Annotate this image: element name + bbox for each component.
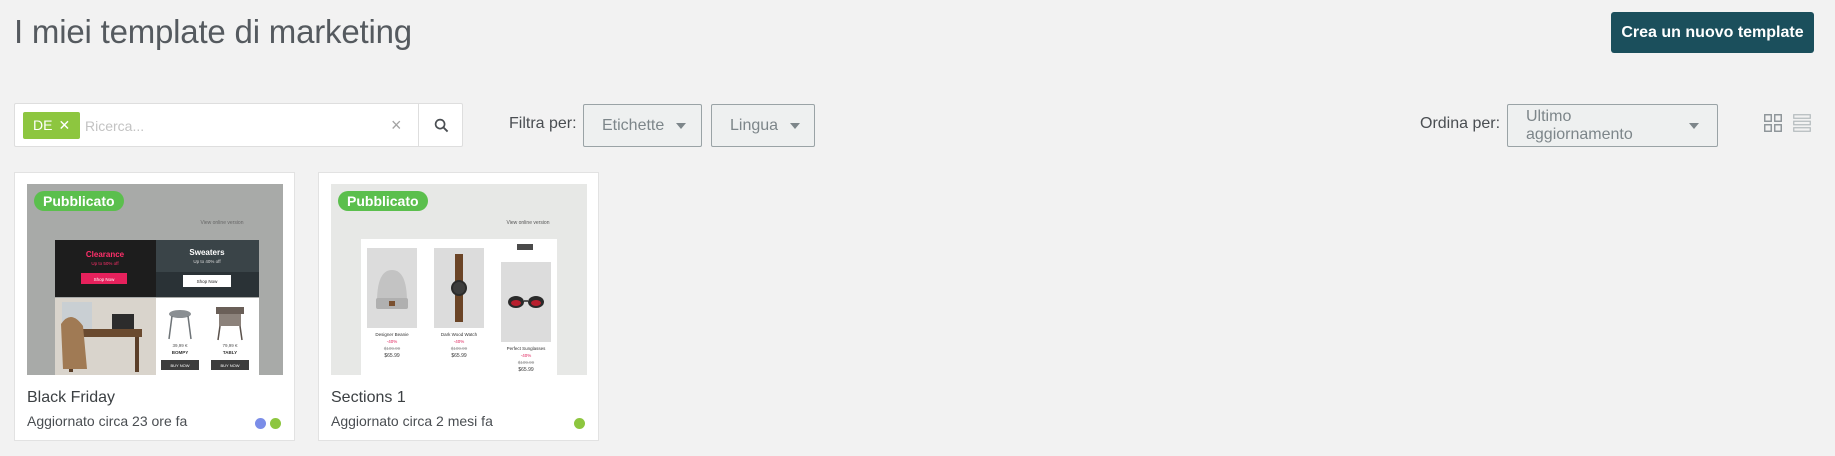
search-box[interactable]: DE ✕ × (14, 103, 463, 147)
svg-text:Clearance: Clearance (86, 250, 125, 259)
svg-text:$65.99: $65.99 (518, 367, 534, 373)
svg-text:Designer Beanie: Designer Beanie (375, 332, 409, 337)
svg-text:Up to 50% off: Up to 50% off (91, 261, 119, 266)
svg-text:Shop Now: Shop Now (197, 279, 219, 284)
create-template-button[interactable]: Crea un nuovo template (1611, 12, 1814, 53)
template-thumbnail[interactable]: Pubblicato View online version Clearance… (27, 184, 283, 375)
tags-filter-label: Etichette (602, 116, 665, 134)
svg-text:-40%: -40% (387, 339, 398, 344)
search-input[interactable] (85, 112, 385, 139)
black-friday-preview: View online version Clearance Up to 50% … (27, 184, 283, 375)
svg-text:BUY NOW: BUY NOW (220, 363, 239, 368)
tags-filter-dropdown[interactable]: Etichette (583, 104, 702, 147)
svg-text:$109.99: $109.99 (451, 346, 468, 351)
svg-text:39,99 €: 39,99 € (172, 343, 188, 348)
svg-text:-40%: -40% (521, 353, 532, 358)
caret-down-icon (1689, 122, 1699, 129)
search-icon (434, 118, 448, 132)
tag-chip-label: DE (33, 117, 53, 133)
sort-value: Ultimo aggiornamento (1526, 107, 1633, 143)
template-card[interactable]: Pubblicato View online version Clearance… (14, 172, 295, 441)
language-filter-label: Lingua (730, 116, 779, 134)
template-updated: Aggiornato circa 2 mesi fa (331, 413, 493, 429)
svg-text:-40%: -40% (454, 339, 465, 344)
svg-text:Shop Now: Shop Now (94, 277, 116, 282)
caret-down-icon (676, 122, 687, 129)
svg-text:BOMPY: BOMPY (172, 350, 189, 355)
language-tag-chip[interactable]: DE ✕ (23, 112, 81, 139)
template-thumbnail[interactable]: Pubblicato View online version Designer … (331, 184, 587, 375)
svg-text:TABLY: TABLY (223, 350, 237, 355)
language-dot (255, 418, 266, 429)
language-dot (270, 418, 281, 429)
svg-text:View online version: View online version (507, 220, 550, 226)
language-dot (574, 418, 585, 429)
svg-text:$65.99: $65.99 (384, 353, 400, 359)
svg-text:$109.99: $109.99 (518, 360, 535, 365)
clear-search-icon[interactable]: × (391, 115, 402, 135)
template-card[interactable]: Pubblicato View online version Designer … (318, 172, 599, 441)
language-filter-dropdown[interactable]: Lingua (711, 104, 815, 147)
filter-label: Filtra per: (509, 115, 577, 132)
page-title: I miei template di marketing (14, 13, 412, 50)
sort-dropdown[interactable]: Ultimo aggiornamento (1507, 104, 1718, 147)
sections-preview: View online version Designer Beanie -40%… (331, 184, 587, 375)
view-online-link: View online version (201, 220, 244, 226)
list-view-icon[interactable] (1793, 114, 1811, 132)
status-badge: Pubblicato (338, 191, 428, 211)
grid-view-icon[interactable] (1764, 114, 1782, 132)
svg-text:$65.99: $65.99 (451, 353, 467, 359)
search-button[interactable] (419, 104, 463, 146)
svg-text:$109.99: $109.99 (384, 346, 401, 351)
sort-label: Ordina per: (1420, 115, 1501, 132)
svg-text:Perfect Sunglasses: Perfect Sunglasses (507, 346, 547, 351)
svg-text:BUY NOW: BUY NOW (170, 363, 189, 368)
svg-text:Sweaters: Sweaters (189, 248, 225, 257)
template-updated: Aggiornato circa 23 ore fa (27, 413, 188, 429)
svg-text:79,99 €: 79,99 € (222, 343, 238, 348)
svg-text:Dark Wood Watch: Dark Wood Watch (441, 332, 478, 337)
caret-down-icon (790, 122, 801, 129)
remove-tag-icon[interactable]: ✕ (58, 112, 70, 139)
svg-text:Up to 40% off: Up to 40% off (193, 259, 221, 264)
template-title[interactable]: Sections 1 (331, 389, 406, 407)
status-badge: Pubblicato (34, 191, 124, 211)
template-title[interactable]: Black Friday (27, 389, 115, 407)
